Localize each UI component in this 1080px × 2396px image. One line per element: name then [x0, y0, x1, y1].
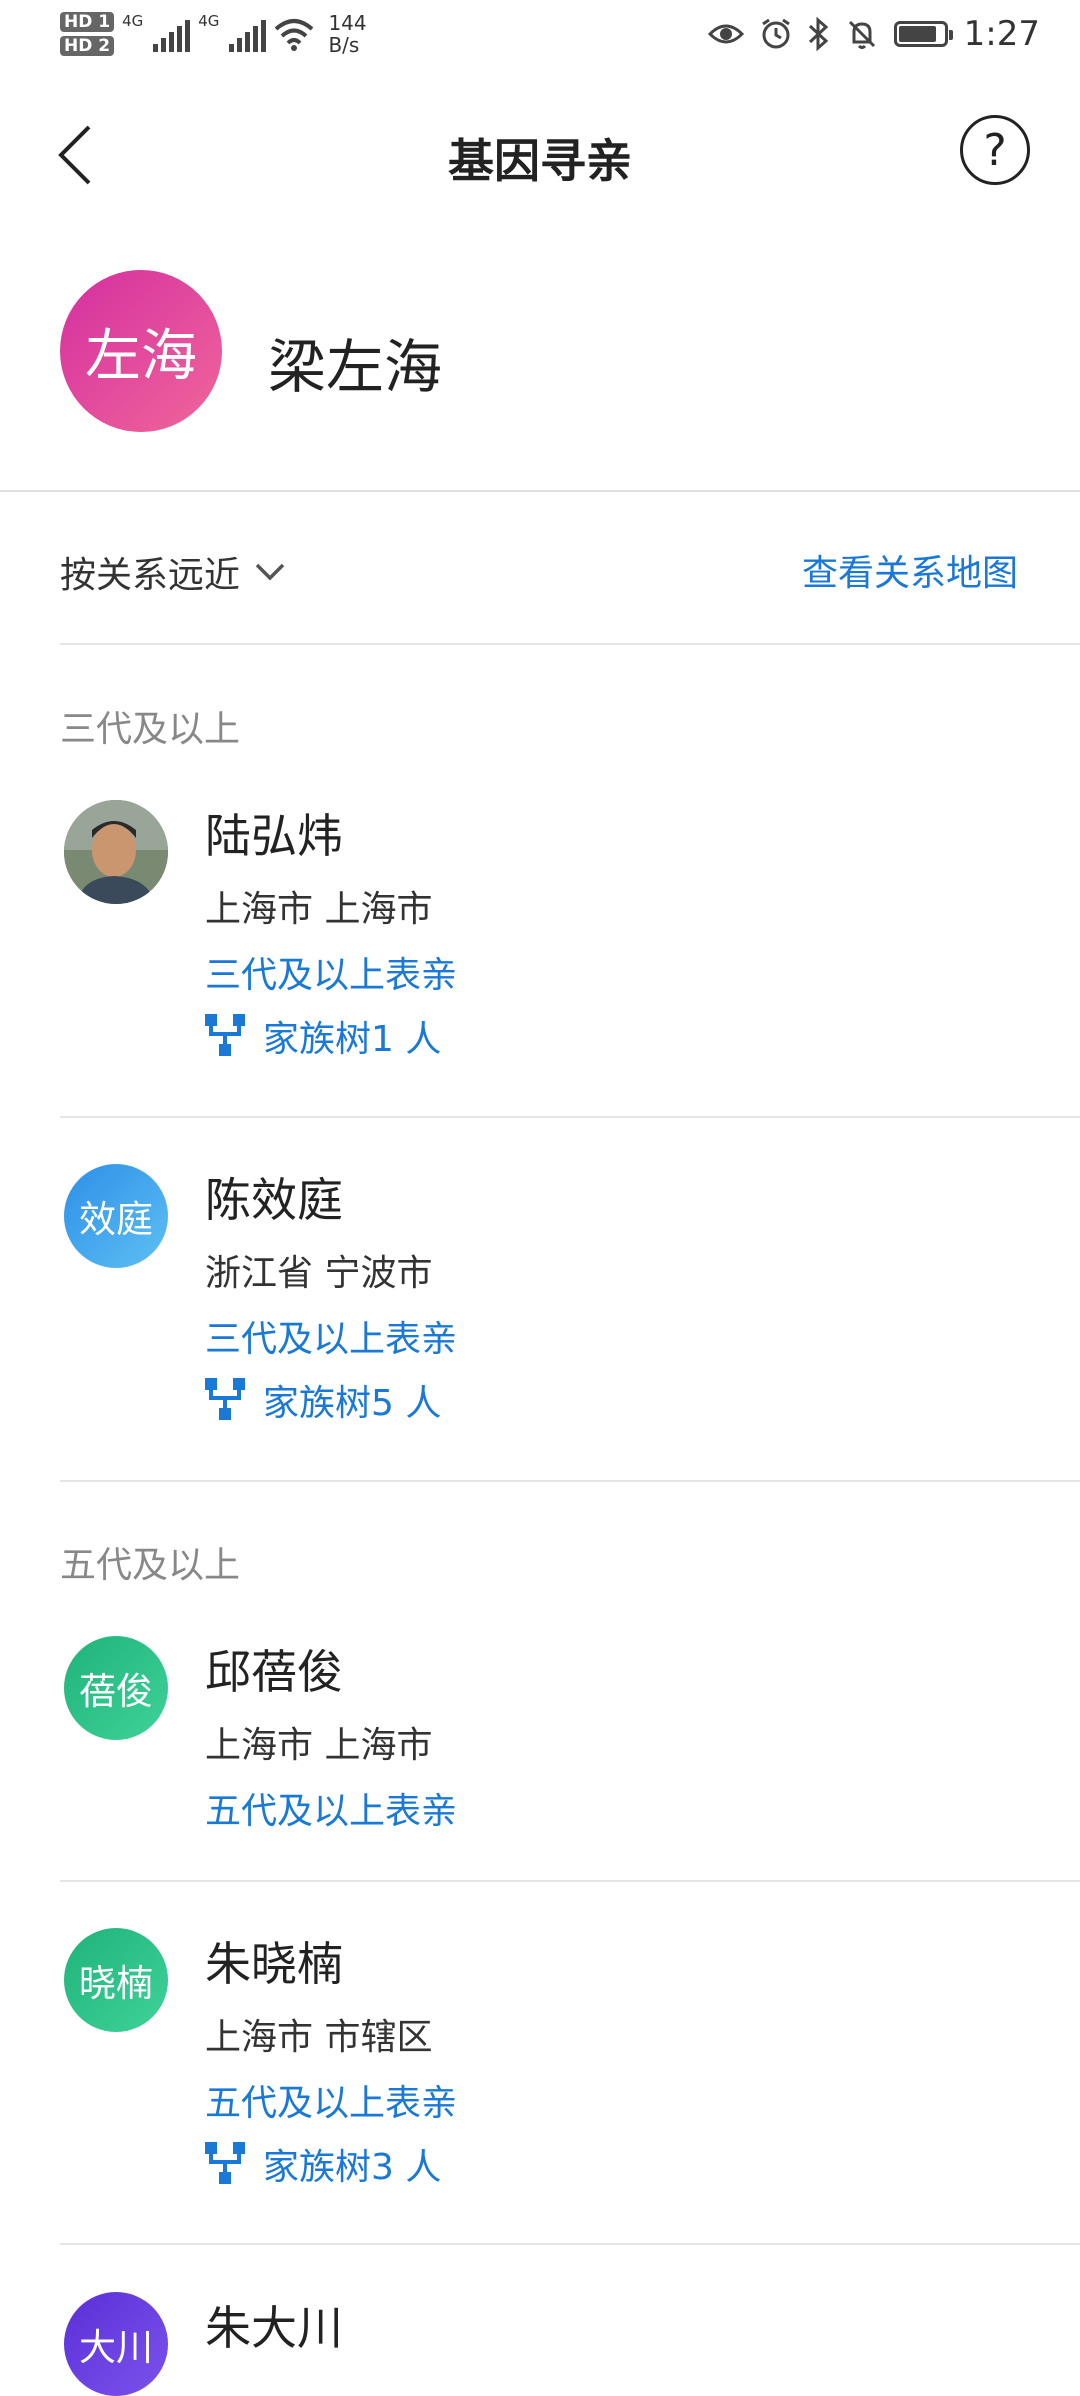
relative-name: 陈效庭: [205, 1173, 343, 1227]
status-left: HD 1 HD 2 4G 4G 144 B/s: [60, 12, 367, 56]
section-title-5th-gen: 五代及以上: [60, 1545, 241, 1586]
divider: [60, 1116, 1080, 1118]
relative-relation: 五代及以上表亲: [205, 1791, 458, 1832]
family-tree-count: 家族树3 人: [263, 2147, 442, 2188]
sort-dropdown[interactable]: 按关系远近: [60, 546, 290, 598]
family-tree-icon: [205, 1378, 245, 1420]
wifi-icon: [275, 19, 314, 51]
family-tree-count: 家族树1 人: [263, 1019, 442, 1060]
avatar: 晓楠: [64, 1928, 168, 2032]
family-tree-link[interactable]: 家族树5 人: [205, 1374, 441, 1426]
relative-location: 上海市 上海市: [205, 1725, 433, 1766]
help-icon: ?: [983, 124, 1007, 176]
speed-unit: B/s: [328, 33, 360, 57]
relative-location: 上海市 上海市: [205, 889, 433, 930]
avatar: 大川: [64, 2292, 168, 2396]
bluetooth-icon: [808, 17, 828, 51]
chevron-down-icon: [254, 554, 290, 590]
relative-name: 陆弘炜: [205, 809, 343, 863]
relative-relation: 三代及以上表亲: [205, 1319, 458, 1360]
relative-location: 浙江省 宁波市: [205, 1253, 433, 1294]
sort-label: 按关系远近: [60, 555, 241, 596]
relative-name: 邱蓓俊: [205, 1645, 343, 1699]
hd1-badge: HD 1: [60, 12, 115, 32]
family-tree-count: 家族树5 人: [263, 1383, 442, 1424]
avatar-photo: [64, 800, 168, 904]
battery-icon: [893, 21, 953, 47]
signal-icon: [153, 16, 191, 52]
relative-relation: 五代及以上表亲: [205, 2083, 458, 2124]
status-right: 1:27: [707, 14, 1040, 54]
hd-indicators: HD 1 HD 2: [60, 12, 115, 56]
eye-icon: [707, 24, 744, 44]
family-tree-link[interactable]: 家族树3 人: [205, 2138, 441, 2190]
nav-bar: 基因寻亲 ?: [0, 100, 1080, 210]
family-tree-icon: [205, 2142, 245, 2184]
profile-name: 梁左海: [268, 333, 443, 401]
network-type-1: 4G: [122, 12, 144, 30]
alarm-icon: [761, 18, 790, 49]
avatar: 蓓俊: [64, 1636, 168, 1740]
view-relation-map-link[interactable]: 查看关系地图: [802, 544, 1018, 596]
profile-avatar: 左海: [60, 270, 222, 432]
network-type-2: 4G: [198, 12, 220, 30]
section-title-3rd-gen: 三代及以上: [60, 709, 241, 750]
battery-fill: [898, 26, 936, 42]
divider: [60, 1880, 1080, 1882]
divider: [60, 2243, 1080, 2245]
avatar: 效庭: [64, 1164, 168, 1268]
avatar: [64, 800, 168, 904]
relative-location: 上海市 市辖区: [205, 2017, 433, 2058]
signal-icon-2: [229, 16, 267, 52]
page-title: 基因寻亲: [448, 134, 632, 188]
divider: [60, 643, 1080, 645]
divider: [0, 490, 1080, 492]
relative-name: 朱晓楠: [205, 1937, 343, 1991]
status-bar: HD 1 HD 2 4G 4G 144 B/s 1:27: [0, 0, 1080, 80]
relative-relation: 三代及以上表亲: [205, 955, 458, 996]
network-speed: 144 B/s: [328, 12, 366, 56]
hd2-badge: HD 2: [60, 36, 115, 56]
status-time: 1:27: [963, 14, 1040, 54]
help-button[interactable]: ?: [960, 115, 1030, 185]
mute-icon: [848, 20, 875, 49]
speed-value: 144: [328, 11, 367, 35]
user-profile: 左海 梁左海: [0, 270, 1080, 435]
family-tree-icon: [205, 1014, 245, 1056]
divider: [60, 1480, 1080, 1482]
family-tree-link[interactable]: 家族树1 人: [205, 1010, 441, 1062]
relative-name: 朱大川: [205, 2301, 343, 2355]
